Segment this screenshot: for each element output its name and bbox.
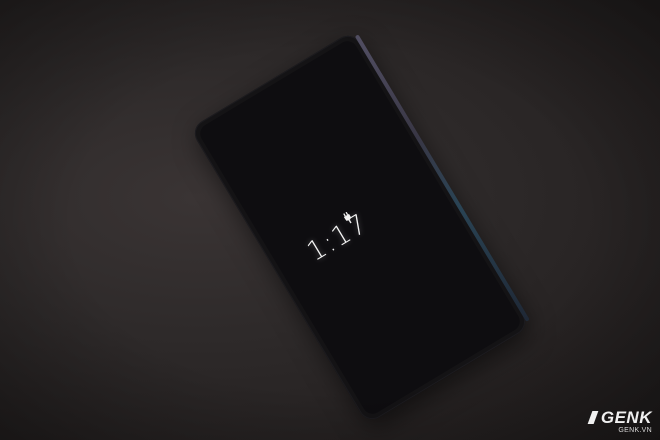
- watermark-url: GENK.VN: [618, 427, 652, 434]
- genk-slash-icon: [587, 411, 599, 424]
- photo-scene: 1:17 GENK GENK.VN: [0, 0, 660, 440]
- watermark-brand: GENK: [600, 408, 652, 427]
- watermark-logo: GENK: [587, 408, 652, 427]
- watermark: GENK GENK.VN: [587, 408, 652, 434]
